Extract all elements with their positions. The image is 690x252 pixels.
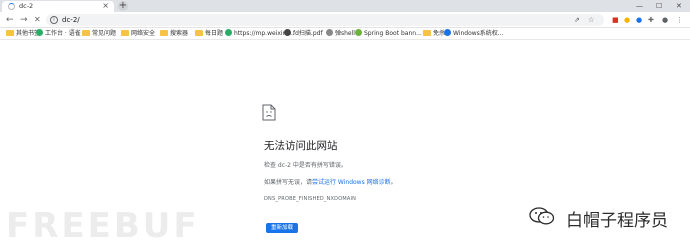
site-info-icon[interactable]: i <box>50 16 58 24</box>
bookmark-label: 工作台 · 语雀 <box>45 30 81 37</box>
error-code: DNS_PROBE_FINISHED_NXDOMAIN <box>264 196 357 202</box>
stop-button[interactable]: ✕ <box>34 14 41 26</box>
site-favicon-icon <box>225 29 232 36</box>
back-button[interactable]: ← <box>6 14 14 26</box>
bookmark-item[interactable]: 网络安全 <box>121 29 155 39</box>
site-favicon-icon <box>355 29 362 36</box>
address-bar[interactable]: i dc-2/ ⇗ ☆ <box>46 14 604 26</box>
profile-avatar-icon[interactable]: ● <box>662 15 668 25</box>
extensions-puzzle-icon[interactable]: ✚ <box>648 15 654 25</box>
bookmark-label: 常见问题 <box>92 30 117 37</box>
extension-icon[interactable]: ● <box>636 15 642 25</box>
folder-icon <box>160 30 168 36</box>
new-tab-button[interactable]: + <box>118 1 128 11</box>
bookmark-item[interactable]: 工作台 · 语雀 <box>36 29 81 39</box>
bookmark-item[interactable]: 搜索器 <box>160 29 188 39</box>
share-icon[interactable]: ⇗ <box>574 15 580 25</box>
tab-close-icon[interactable]: × <box>102 1 109 11</box>
folder-icon <box>82 30 90 36</box>
bookmark-item[interactable]: 每日题 <box>195 29 223 39</box>
extension-icon[interactable]: ● <box>624 15 630 25</box>
tab-title: dc-2 <box>19 2 34 10</box>
forward-button[interactable]: → <box>20 14 28 26</box>
site-favicon-icon <box>36 29 43 36</box>
extension-icon[interactable]: ■ <box>612 15 619 25</box>
bookmark-label: 每日题 <box>205 30 224 37</box>
folder-icon <box>195 30 203 36</box>
loading-spinner-icon <box>8 3 15 10</box>
url-text[interactable]: dc-2/ <box>62 15 80 25</box>
site-favicon-icon <box>444 29 451 36</box>
wechat-icon <box>529 207 555 225</box>
bookmark-label: 网络安全 <box>131 30 156 37</box>
bookmark-item[interactable]: 常见问题 <box>82 29 116 39</box>
bookmark-item[interactable]: Spring Boot bann... <box>355 29 422 39</box>
account-watermark: 白帽子程序员 <box>566 211 668 231</box>
bookmark-item[interactable]: 弹shell <box>326 29 355 39</box>
maximize-icon[interactable]: ☐ <box>656 0 662 12</box>
error-hint: 检查 dc-2 中是否有拼写错误。 <box>264 162 347 169</box>
suggestion-prefix: 如果拼写无误，请 <box>264 179 313 186</box>
folder-icon <box>423 30 431 36</box>
bookmarks-bar: 其他书签 工作台 · 语雀 常见问题 网络安全 搜索器 每日题 https://mp.wei… <box>0 28 690 40</box>
bookmark-item[interactable]: fd扫描.pdf <box>284 29 323 39</box>
network-diagnostics-link[interactable]: 尝试运行 Windows 网络诊断 <box>312 179 391 186</box>
site-favicon-icon <box>326 29 333 36</box>
minimize-icon[interactable]: — <box>636 0 643 12</box>
reload-button[interactable]: 重新加载 <box>266 223 298 233</box>
error-title: 无法访问此网站 <box>264 140 338 152</box>
tab-strip: dc-2 × + — ☐ ✕ <box>0 0 690 12</box>
freebuf-watermark: FREEBUF <box>6 206 200 246</box>
bookmark-item[interactable]: 免杀 <box>423 29 445 39</box>
bookmark-label: 弹shell <box>335 30 355 37</box>
error-suggestion: 如果拼写无误，请尝试运行 Windows 网络诊断。 <box>264 177 397 186</box>
toolbar: ← → ✕ i dc-2/ ⇗ ☆ ■ ● ● ✚ ● ⋮ <box>0 12 690 28</box>
suggestion-suffix: 。 <box>390 179 397 186</box>
bookmark-item[interactable]: Windows系统权... <box>444 29 504 39</box>
window-close-icon[interactable]: ✕ <box>676 0 682 12</box>
bookmark-label: 搜索器 <box>170 30 189 37</box>
menu-dots-icon[interactable]: ⋮ <box>676 15 683 25</box>
bookmark-label: Spring Boot bann... <box>364 30 422 37</box>
bookmark-star-icon[interactable]: ☆ <box>588 15 594 25</box>
bookmark-label: Windows系统权... <box>453 30 504 37</box>
site-favicon-icon <box>284 29 291 36</box>
folder-icon <box>121 30 129 36</box>
browser-tab[interactable]: dc-2 × <box>2 1 114 12</box>
folder-icon <box>6 30 14 36</box>
bookmark-label: fd扫描.pdf <box>293 30 323 37</box>
bookmark-item[interactable]: 其他书签 <box>6 29 40 39</box>
sad-page-icon <box>262 104 276 121</box>
